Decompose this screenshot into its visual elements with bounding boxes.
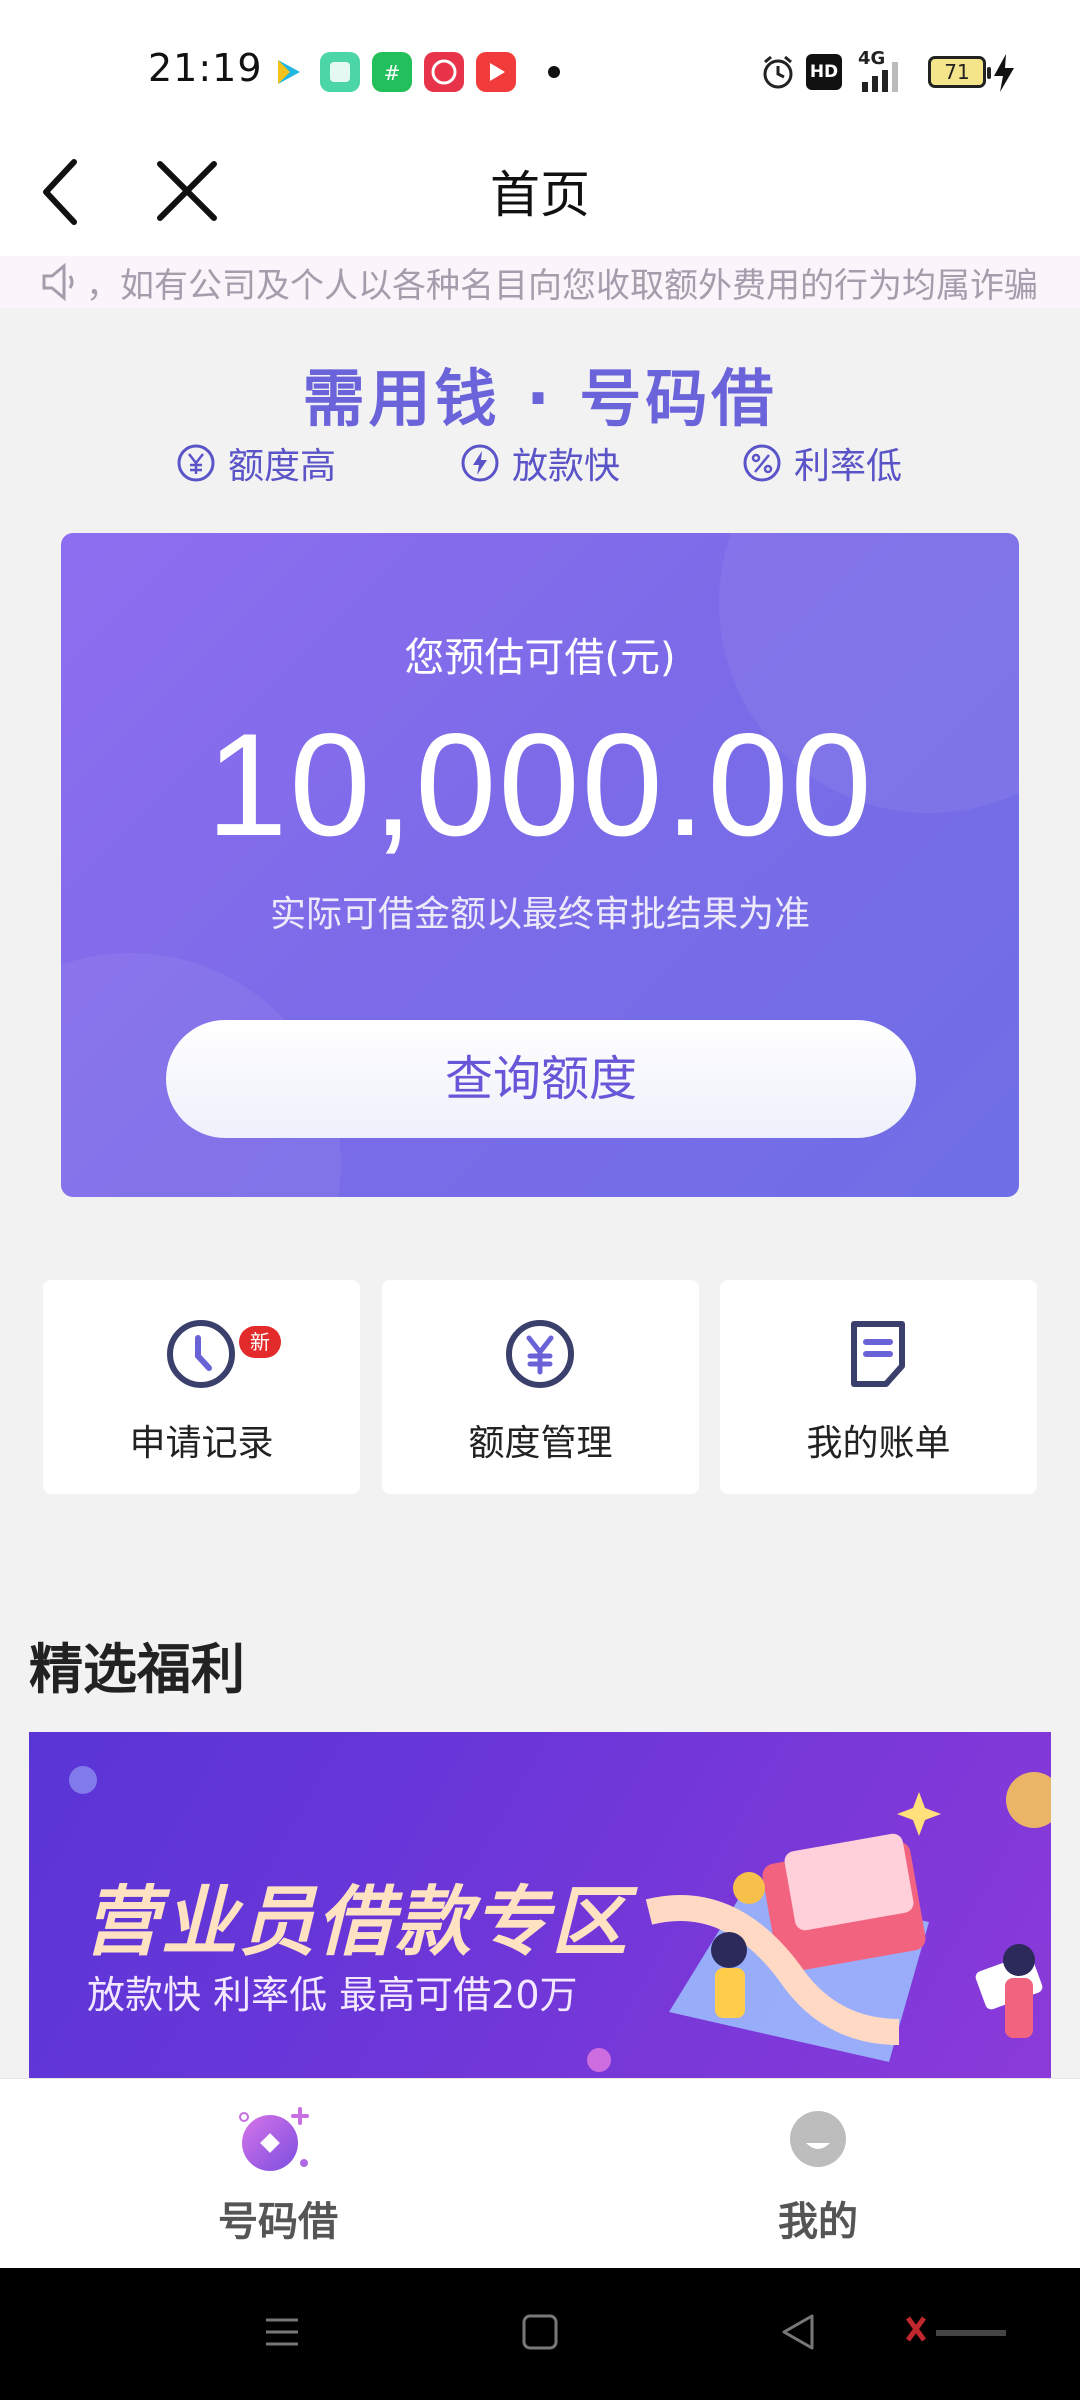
back-triangle-icon[interactable] (778, 2312, 818, 2352)
page-title: 首页 (490, 166, 590, 224)
feature-label: 放款快 (512, 446, 621, 487)
action-label: 我的账单 (806, 1423, 951, 1464)
slogan: 需用钱 · 号码借 (302, 362, 778, 435)
notes-app-icon (320, 52, 360, 92)
signal-icon (862, 62, 898, 92)
yuan-icon (506, 1320, 574, 1388)
lightning-circle-icon (461, 444, 499, 482)
action-label: 额度管理 (468, 1423, 613, 1464)
feature-high-limit: 额度高 (176, 438, 336, 488)
hd-icon: HD (806, 54, 842, 90)
status-bar: 21:19 # HD 4G 71 (0, 0, 1080, 140)
play-app-icon (476, 52, 516, 92)
banner-subtitle: 放款快 利率低 最高可借20万 (87, 1973, 578, 2017)
estimate-note: 实际可借金额以最终审批结果为准 (269, 894, 810, 935)
clock-icon (167, 1320, 235, 1388)
alarm-icon (763, 55, 793, 89)
feature-label: 利率低 (794, 446, 903, 487)
quota-card: 您预估可借(元) 10,000.00 实际可借金额以最终审批结果为准 查询额度 (61, 533, 1019, 1197)
my-bills-tile[interactable]: 我的账单 (720, 1280, 1037, 1494)
home-tab-icon (239, 2107, 309, 2171)
notice-text: ，如有公司及个人以各种名目向您收取额外费用的行为均属诈骗 (86, 266, 1038, 306)
limit-management-tile[interactable]: 额度管理 (382, 1280, 699, 1494)
watermark-logo-icon (905, 2316, 1006, 2342)
feature-fast: 放款快 (460, 438, 620, 488)
tab-home[interactable]: 号码借 (128, 2079, 428, 2269)
banner-headline: 营业员借款专区 (83, 1877, 629, 1966)
action-label: 申请记录 (129, 1423, 274, 1464)
yuan-circle-icon (177, 444, 215, 482)
new-badge: 新 (239, 1326, 281, 1358)
notice-bar[interactable]: ，如有公司及个人以各种名目向您收取额外费用的行为均属诈骗 (0, 256, 1080, 308)
estimate-amount: 10,000.00 (206, 703, 874, 866)
taobao-app-icon (424, 52, 464, 92)
tab-mine[interactable]: 我的 (668, 2079, 968, 2269)
menu-icon[interactable] (262, 2312, 302, 2352)
speaker-icon (42, 262, 74, 302)
estimate-label: 您预估可借(元) (404, 635, 676, 681)
nav-bar: 首页 (0, 140, 1080, 260)
feature-label: 额度高 (228, 446, 337, 487)
notification-dot (548, 66, 560, 78)
battery-indicator: 71 (928, 56, 991, 88)
status-time: 21:19 (148, 46, 263, 90)
system-nav-bar (0, 2268, 1080, 2400)
percent-circle-icon (743, 444, 781, 482)
section-title: 精选福利 (29, 1638, 245, 1701)
charging-icon (994, 54, 1014, 92)
shopping-app-icon: # (372, 52, 412, 92)
video-app-icon (268, 52, 308, 92)
bottom-tab-bar: 号码借 我的 (0, 2078, 1080, 2268)
tab-label: 号码借 (218, 2199, 338, 2245)
application-records-tile[interactable]: 新 申请记录 (43, 1280, 360, 1494)
feature-low-rate: 利率低 (742, 438, 902, 488)
query-limit-button[interactable]: 查询额度 (166, 1020, 916, 1138)
home-icon[interactable] (520, 2312, 560, 2352)
bill-icon (851, 1321, 905, 1387)
svg-text:#: # (384, 61, 401, 85)
promo-banner[interactable]: 营业员借款专区 放款快 利率低 最高可借20万 (29, 1732, 1051, 2078)
tab-label: 我的 (778, 2199, 858, 2245)
profile-tab-icon (790, 2111, 846, 2167)
